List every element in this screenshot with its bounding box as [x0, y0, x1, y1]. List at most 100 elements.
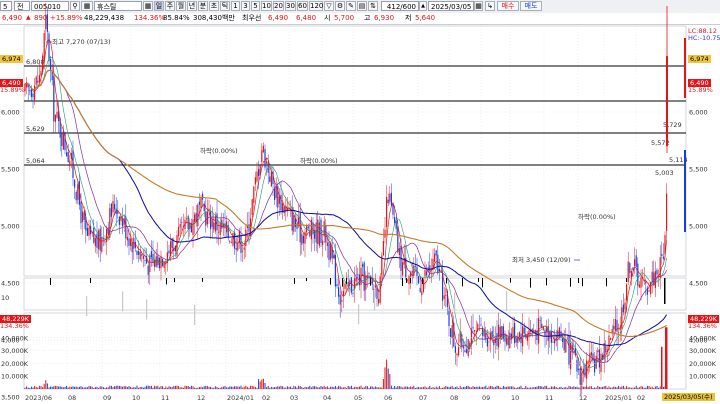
volume-bar — [98, 387, 100, 389]
candle-body — [437, 254, 439, 274]
volume-bar — [578, 387, 580, 389]
volume-bar — [152, 387, 154, 389]
volume-bar — [504, 386, 506, 389]
candle-body — [29, 90, 31, 92]
candle-body — [197, 204, 199, 227]
volume-bar — [202, 387, 204, 389]
volume-bar — [205, 385, 207, 389]
volume-bar — [586, 386, 588, 389]
candle-body — [336, 284, 338, 287]
volume-bar — [269, 387, 271, 389]
volume-bar — [243, 386, 245, 389]
volume-bar — [419, 387, 421, 389]
volume-bar — [520, 385, 522, 389]
volume-bar — [560, 386, 562, 389]
volume-bar — [645, 387, 647, 389]
price-chart[interactable]: 2023/06 08 09 10 11 12 2024/01 02 03 04 05 06 07 08 09… — [0, 0, 720, 404]
volume-bar — [37, 387, 39, 389]
candle-body — [142, 256, 144, 259]
volume-bar — [128, 386, 130, 389]
candle-body — [374, 285, 376, 288]
candle-body — [629, 263, 631, 273]
volume-bar — [506, 386, 508, 389]
volume-bar — [624, 387, 626, 389]
signal-bar — [446, 278, 447, 284]
volume-bar — [536, 386, 538, 389]
volume-bar — [232, 386, 234, 389]
volume-bar — [547, 387, 549, 389]
volume-bar — [650, 387, 652, 389]
candle-body — [389, 193, 391, 202]
candle-body — [122, 219, 124, 227]
volume-bar — [238, 386, 240, 389]
candle-body — [368, 272, 370, 274]
candle-body — [258, 169, 260, 177]
volume-bar — [579, 387, 581, 389]
mid-axis-label: 10 — [1, 294, 9, 302]
gray-bar — [86, 296, 88, 317]
candle-body — [355, 277, 357, 282]
volume-bar — [96, 386, 98, 389]
volume-bar — [178, 385, 180, 389]
candle-body — [82, 211, 84, 223]
volume-bar — [557, 387, 559, 389]
volume-bar — [250, 385, 252, 389]
candle-body — [645, 281, 647, 284]
candle-body — [51, 71, 53, 81]
volume-bar — [88, 385, 90, 389]
candle-body — [627, 261, 629, 283]
cursor-date-tag: 2025/03/05(수) — [662, 393, 715, 401]
candle-body — [341, 300, 343, 302]
candle-body — [586, 360, 588, 379]
candle-body — [659, 257, 661, 278]
volume-bar — [496, 385, 498, 389]
volume-bar — [627, 387, 629, 389]
volume-bar — [395, 387, 397, 389]
volume-bar — [558, 387, 560, 389]
candle-body — [139, 252, 141, 260]
signal-bar — [626, 278, 627, 283]
volume-bar — [38, 385, 40, 389]
volume-bar — [224, 385, 226, 389]
volume-bar — [240, 385, 242, 389]
volume-bar — [258, 379, 260, 389]
volume-bar — [467, 385, 469, 389]
volume-bar — [242, 387, 244, 389]
y-axis-label-right: 5,500 — [689, 166, 708, 174]
volume-bar — [78, 386, 80, 389]
volume-bar — [186, 385, 188, 389]
volume-bar — [654, 386, 656, 389]
candle-body — [610, 338, 612, 340]
volume-bar — [307, 386, 309, 389]
volume-bar — [342, 387, 344, 389]
volume-bar — [158, 387, 160, 389]
volume-bar — [234, 386, 236, 389]
volume-bar — [370, 386, 372, 389]
candle-body — [562, 338, 564, 343]
volume-bar — [110, 385, 112, 389]
x-axis-label: 05 — [354, 394, 362, 402]
signal-bar — [510, 278, 511, 283]
signal-bar — [482, 278, 483, 288]
volume-bar — [206, 386, 208, 389]
signal-bar — [462, 278, 463, 287]
volume-bar — [80, 386, 82, 389]
candle-body — [302, 235, 304, 244]
candle-body — [509, 332, 511, 348]
volume-bar — [357, 387, 359, 389]
volume-bar — [371, 386, 373, 389]
volume-bar — [653, 387, 655, 389]
volume-bar — [130, 386, 132, 389]
candle-body — [614, 318, 616, 331]
volume-bar — [83, 387, 85, 389]
candle-body — [107, 227, 109, 234]
vol-axis-label: 20,000K — [1, 360, 29, 368]
volume-bar — [581, 385, 583, 389]
volume-bar — [29, 387, 31, 389]
volume-bar — [302, 387, 304, 389]
candle-body — [262, 145, 264, 153]
volume-bar — [40, 386, 42, 389]
candle-body — [38, 75, 40, 82]
volume-bar — [67, 387, 69, 389]
volume-bar — [314, 386, 316, 389]
